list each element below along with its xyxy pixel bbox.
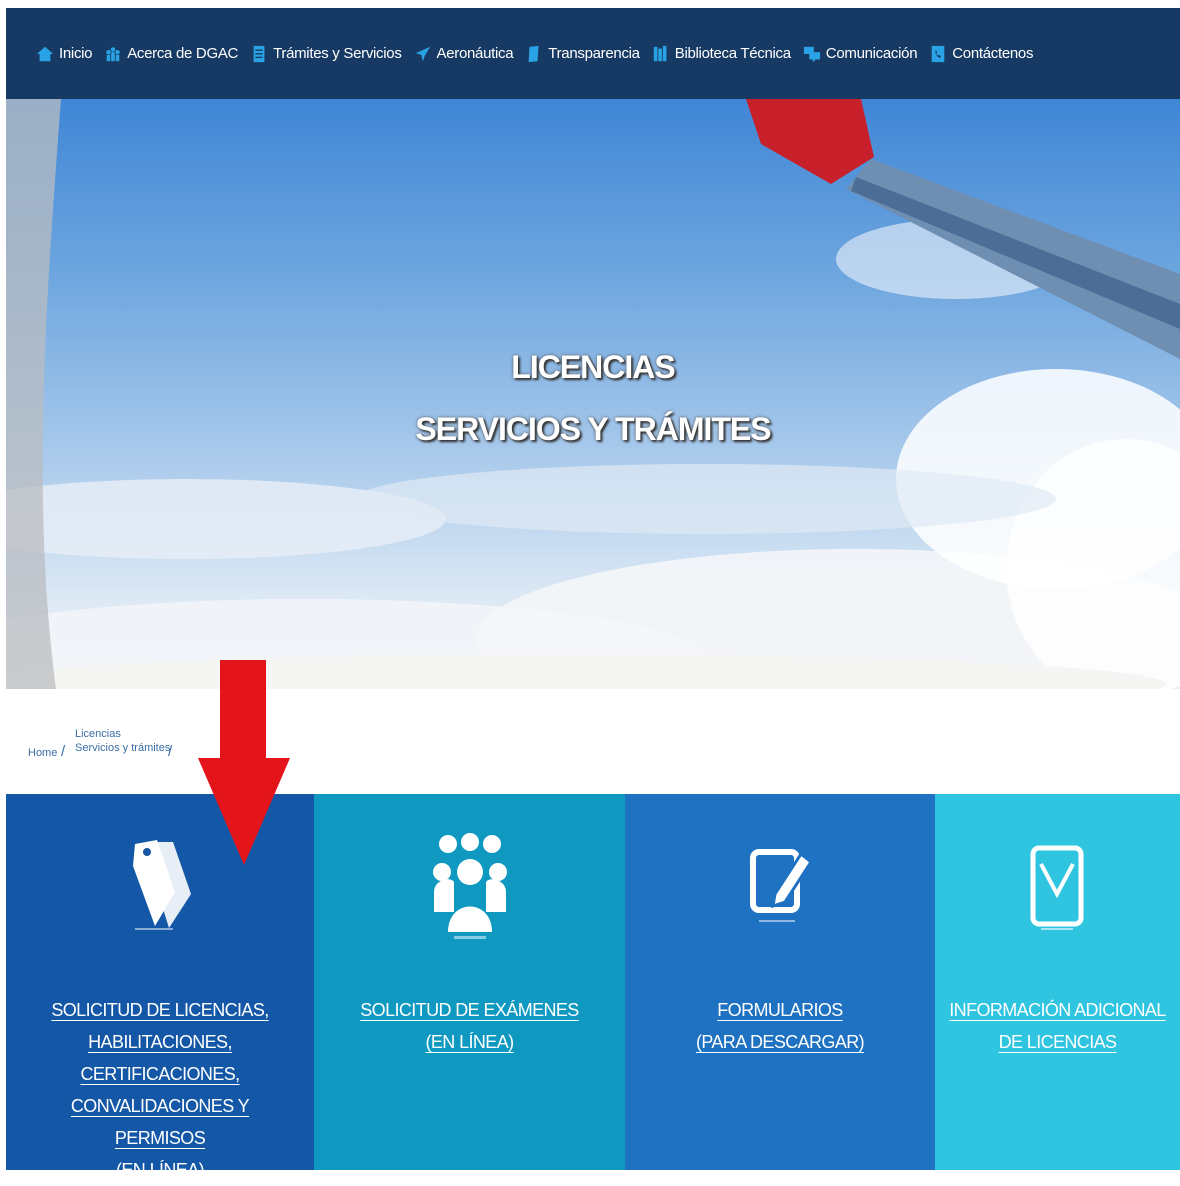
- breadcrumb-separator: /: [168, 743, 173, 760]
- nav-label: Acerca de DGAC: [127, 45, 239, 62]
- nav-label: Biblioteca Técnica: [674, 45, 791, 62]
- document-icon: [253, 45, 265, 62]
- nav-item-transparencia[interactable]: Transparencia: [525, 45, 640, 63]
- sky-airplane-wing-image: [6, 99, 1180, 689]
- nav-item-acerca[interactable]: Acerca de DGAC: [104, 45, 238, 63]
- tile-label-line2: DE LICENCIAS: [998, 1032, 1117, 1052]
- tile-label-line3: PERMISOS: [114, 1128, 206, 1148]
- hero-title-line2: SERVICIOS Y TRÁMITES: [415, 411, 771, 447]
- service-tiles: SOLICITUD DE LICENCIAS, HABILITACIONES, …: [6, 794, 1180, 1180]
- hero-banner: LICENCIAS SERVICIOS Y TRÁMITES: [6, 99, 1180, 689]
- tile-label-line4: (EN LÍNEA): [115, 1160, 205, 1180]
- nav-item-contactenos[interactable]: Contáctenos: [929, 45, 1033, 63]
- tile-label-line1: SOLICITUD DE EXÁMENES: [360, 1000, 579, 1020]
- tag-icon: [133, 840, 191, 930]
- nav-label: Comunicación: [825, 45, 918, 62]
- phone-icon: [931, 45, 945, 62]
- nav-item-tramites[interactable]: Trámites y Servicios: [250, 45, 402, 63]
- tile-label: FORMULARIOS (PARA DESCARGAR): [625, 994, 935, 1058]
- nav-item-aeronautica[interactable]: Aeronáutica: [414, 45, 514, 63]
- nav-label: Contáctenos: [952, 45, 1034, 62]
- breadcrumb-separator: /: [61, 743, 66, 760]
- tile-label: SOLICITUD DE EXÁMENES (EN LÍNEA): [314, 994, 625, 1058]
- tile-label-line1: FORMULARIOS: [717, 1000, 843, 1020]
- tile-label: SOLICITUD DE LICENCIAS, HABILITACIONES, …: [6, 994, 314, 1186]
- tile-label-line2: (PARA DESCARGAR): [695, 1032, 865, 1052]
- tile-label-line2: CERTIFICACIONES, CONVALIDACIONES Y: [70, 1064, 250, 1116]
- edit-icon: [750, 849, 813, 922]
- tile-informacion-adicional[interactable]: INFORMACIÓN ADICIONAL DE LICENCIAS: [935, 794, 1180, 1170]
- tile-solicitud-examenes[interactable]: SOLICITUD DE EXÁMENES (EN LÍNEA): [314, 794, 625, 1170]
- breadcrumb-current-line1: Licencias: [75, 728, 121, 740]
- tile-label-line1: SOLICITUD DE LICENCIAS, HABILITACIONES,: [51, 1000, 269, 1052]
- airplane-icon: [415, 46, 430, 61]
- users-icon: [432, 833, 507, 939]
- chat-icon: [803, 46, 820, 62]
- nav-item-biblioteca[interactable]: Biblioteca Técnica: [652, 45, 791, 63]
- home-icon: [36, 46, 54, 61]
- nav-item-inicio[interactable]: Inicio: [36, 45, 93, 63]
- hero-title-line1: LICENCIAS: [511, 349, 675, 385]
- breadcrumb-home-link[interactable]: Home: [28, 747, 57, 759]
- nav-label: Aeronáutica: [436, 45, 514, 62]
- nav-item-comunicacion[interactable]: Comunicación: [803, 45, 918, 63]
- books-icon: [653, 45, 667, 61]
- people-icon: [106, 46, 120, 61]
- nav-label: Transparencia: [548, 45, 640, 62]
- breadcrumb-current-line2: Servicios y trámites: [75, 742, 171, 754]
- nav-label: Inicio: [59, 45, 93, 62]
- red-arrow-annotation: [198, 660, 290, 865]
- nav-label: Trámites y Servicios: [273, 45, 402, 62]
- tile-label-line1: INFORMACIÓN ADICIONAL: [949, 1000, 1166, 1020]
- tile-label: INFORMACIÓN ADICIONAL DE LICENCIAS: [935, 994, 1180, 1058]
- folder-icon: [528, 45, 539, 62]
- top-navigation: Inicio Acerca de DGAC Trámites y Servici…: [6, 8, 1180, 99]
- tablet-icon: [1030, 845, 1083, 930]
- tile-label-line2: (EN LÍNEA): [425, 1032, 514, 1052]
- tile-formularios[interactable]: FORMULARIOS (PARA DESCARGAR): [625, 794, 935, 1170]
